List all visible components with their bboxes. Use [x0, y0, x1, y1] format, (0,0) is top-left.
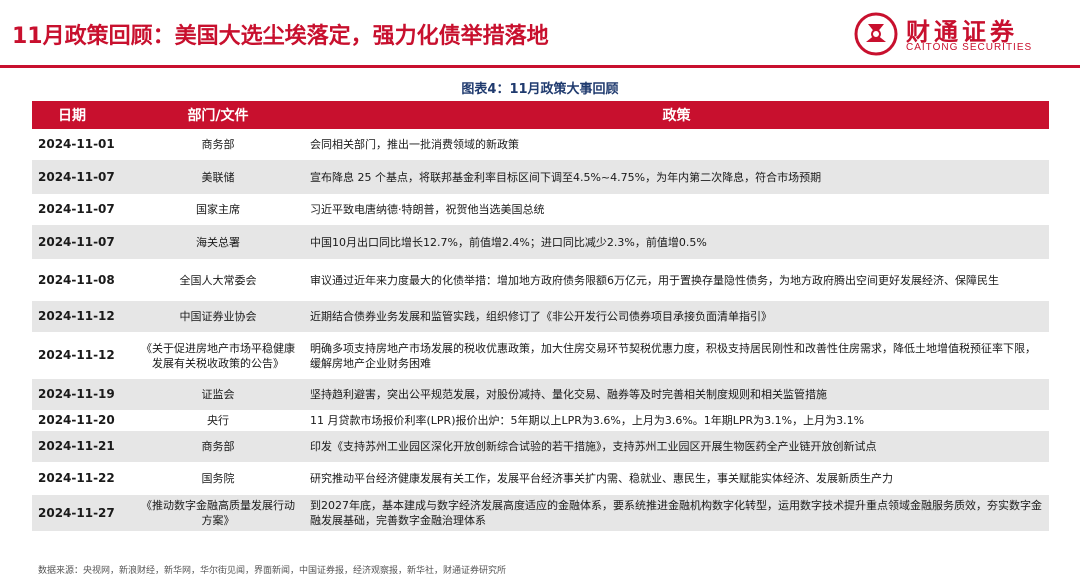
cell-policy: 印发《支持苏州工业园区深化开放创新综合试验的若干措施》，支持苏州工业园区开展生物… — [304, 431, 1049, 462]
cell-date: 2024-11-21 — [32, 431, 132, 462]
cell-date: 2024-11-19 — [32, 379, 132, 410]
cell-date: 2024-11-20 — [38, 413, 115, 427]
cell-date: 2024-11-08 — [38, 272, 115, 287]
cell-date: 2024-11-22 — [38, 471, 115, 485]
cell-dept: 证监会 — [132, 379, 304, 410]
cell-dept: 国务院 — [201, 472, 235, 485]
caitong-logo-icon — [854, 12, 898, 56]
cell-policy: 宣布降息 25 个基点，将联邦基金利率目标区间下调至4.5%~4.75%，为年内… — [304, 160, 1049, 194]
cell-policy: 近期结合债券业务发展和监管实践，组织修订了《非公开发行公司债券项目承接负面清单指… — [304, 301, 1049, 332]
cell-dept: 商务部 — [132, 431, 304, 462]
cell-policy: 坚持趋利避害，突出公平规范发展，对股份减持、量化交易、融券等及时完善相关制度规则… — [304, 379, 1049, 410]
cell-date: 2024-11-27 — [32, 495, 132, 531]
table-row: 2024-11-22 国务院 研究推动平台经济健康发展有关工作，发展平台经济事关扩内… — [32, 462, 1049, 495]
figure-caption: 图表4：11月政策大事回顾 — [461, 82, 619, 97]
table-row: 2024-11-01 商务部 会同相关部门，推出一批消费领域的新政策 — [32, 129, 1049, 160]
header-bar: 11月政策回顾：美国大选尘埃落定，强力化债举措落地 财通证券 CAITONG S… — [0, 0, 1080, 68]
cell-dept: 美联储 — [132, 160, 304, 194]
table-header-row: 日期 部门/文件 政策 — [32, 101, 1049, 129]
table-body: 2024-11-01 商务部 会同相关部门，推出一批消费领域的新政策 2024-11-… — [32, 129, 1049, 531]
column-header-date: 日期 — [32, 101, 132, 129]
cell-date: 2024-11-07 — [38, 202, 115, 216]
cell-dept: 《关于促进房地产市场平稳健康发展有关税收政策的公告》 — [141, 341, 295, 370]
cell-date: 2024-11-07 — [32, 160, 132, 194]
table-row: 2024-11-07 美联储 宣布降息 25 个基点，将联邦基金利率目标区间下调至4… — [32, 160, 1049, 194]
table-row: 2024-11-20 央行 11 月贷款市场报价利率(LPR)报价出炉：5年期以上L… — [32, 410, 1049, 431]
table-row: 2024-11-21 商务部 印发《支持苏州工业园区深化开放创新综合试验的若干措施》… — [32, 431, 1049, 462]
cell-date: 2024-11-12 — [32, 301, 132, 332]
table-row: 2024-11-08 全国人大常委会 审议通过近年来力度最大的化债举措：增加地方政府… — [32, 259, 1049, 301]
cell-dept: 《推动数字金融高质量发展行动方案》 — [132, 495, 304, 531]
cell-policy: 明确多项支持房地产市场发展的税收优惠政策，加大住房交易环节契税优惠力度，积极支持… — [310, 341, 1036, 370]
cell-dept: 海关总署 — [132, 225, 304, 259]
cell-policy: 习近平致电唐纳德·特朗普，祝贺他当选美国总统 — [310, 203, 545, 216]
cell-dept: 商务部 — [201, 138, 235, 151]
table-row: 2024-11-07 国家主席 习近平致电唐纳德·特朗普，祝贺他当选美国总统 — [32, 194, 1049, 225]
company-logo: 财通证券 CAITONG SECURITIES — [854, 10, 1044, 58]
policy-table: 日期 部门/文件 政策 2024-11-01 商务部 会同相关部门，推出一批消费领域… — [32, 101, 1049, 531]
table-row: 2024-11-19 证监会 坚持趋利避害，突出公平规范发展，对股份减持、量化交易、… — [32, 379, 1049, 410]
cell-dept: 中国证券业协会 — [132, 301, 304, 332]
cell-policy: 到2027年底，基本建成与数字经济发展高度适应的金融体系，要系统推进金融机构数字… — [304, 495, 1049, 531]
cell-policy: 研究推动平台经济健康发展有关工作，发展平台经济事关扩内需、稳就业、惠民生，事关赋… — [310, 472, 893, 485]
cell-policy: 11 月贷款市场报价利率(LPR)报价出炉：5年期以上LPR为3.6%，上月为3… — [310, 414, 865, 427]
logo-english-name: CAITONG SECURITIES — [906, 42, 1033, 53]
column-header-dept: 部门/文件 — [132, 101, 304, 129]
source-note: 数据来源：央视网，新浪财经，新华网，华尔街见闻，界面新闻，中国证券报，经济观察报… — [38, 566, 507, 576]
column-header-policy: 政策 — [304, 101, 1049, 129]
cell-policy: 会同相关部门，推出一批消费领域的新政策 — [310, 138, 519, 151]
table-row: 2024-11-12 《关于促进房地产市场平稳健康发展有关税收政策的公告》 明确多项… — [32, 332, 1049, 379]
cell-date: 2024-11-12 — [38, 348, 115, 362]
cell-date: 2024-11-01 — [38, 137, 115, 151]
table-row: 2024-11-27 《推动数字金融高质量发展行动方案》 到2027年底，基本建成与… — [32, 495, 1049, 531]
cell-dept: 国家主席 — [196, 203, 240, 216]
cell-date: 2024-11-07 — [32, 225, 132, 259]
cell-dept: 央行 — [207, 414, 229, 427]
cell-dept: 全国人大常委会 — [179, 273, 257, 287]
table-row: 2024-11-12 中国证券业协会 近期结合债券业务发展和监管实践，组织修订了《非… — [32, 301, 1049, 332]
cell-policy: 中国10月出口同比增长12.7%，前值增2.4%；进口同比减少2.3%，前值增0… — [304, 225, 1049, 259]
cell-policy: 审议通过近年来力度最大的化债举措：增加地方政府债务限额6万亿元，用于置换存量隐性… — [310, 273, 999, 287]
page-title: 11月政策回顾：美国大选尘埃落定，强力化债举措落地 — [12, 24, 549, 49]
table-row: 2024-11-07 海关总署 中国10月出口同比增长12.7%，前值增2.4%；进… — [32, 225, 1049, 259]
